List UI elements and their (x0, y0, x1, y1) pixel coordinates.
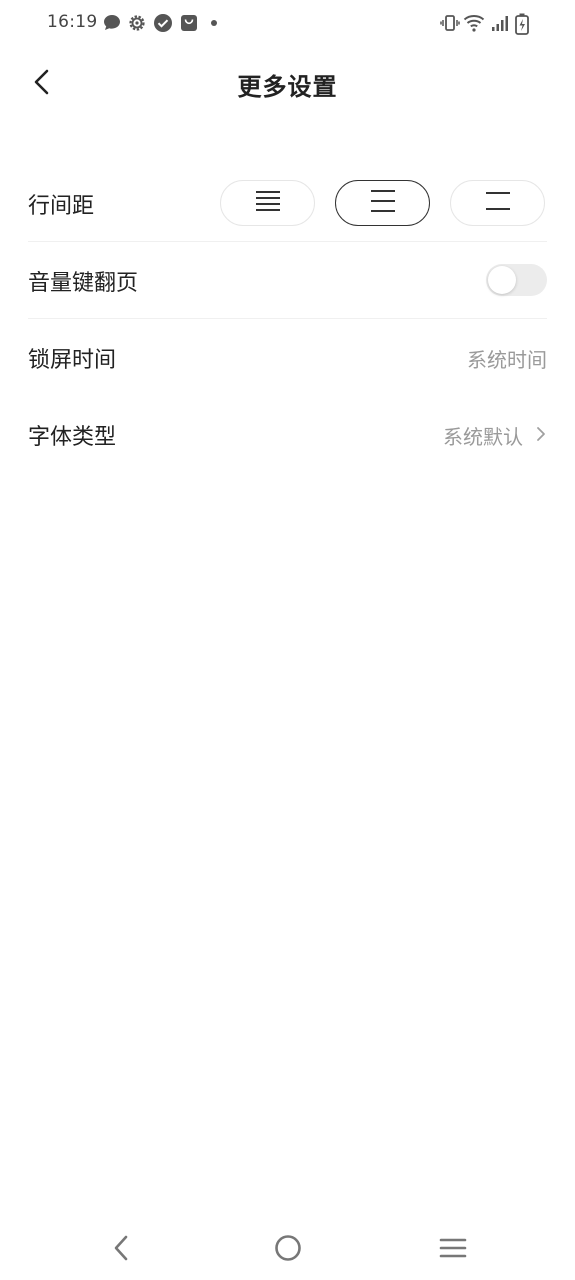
signal-icon (490, 13, 510, 33)
nav-back-button[interactable] (99, 1228, 143, 1272)
vibrate-icon (440, 13, 460, 33)
lock-screen-time-value: 系统时间 (467, 348, 547, 372)
volume-key-paging-label: 音量键翻页 (28, 271, 139, 296)
loose-spacing-icon (485, 189, 511, 217)
lock-screen-time-row[interactable]: 锁屏时间 系统时间 (28, 338, 547, 378)
page-title: 更多设置 (237, 73, 338, 101)
status-time: 16:19 (47, 12, 98, 32)
check-circle-icon (153, 13, 173, 33)
toggle-knob (488, 266, 516, 294)
home-icon (273, 1233, 303, 1267)
bag-icon (179, 13, 199, 33)
line-spacing-medium-option[interactable] (335, 180, 430, 226)
chevron-right-icon (535, 424, 547, 448)
nav-home-button[interactable] (266, 1228, 310, 1272)
app-header: 更多设置 (0, 48, 575, 120)
nav-menu-button[interactable] (431, 1228, 475, 1272)
menu-icon (439, 1236, 467, 1264)
wifi-icon (463, 13, 485, 33)
divider (28, 241, 547, 242)
lock-screen-time-label: 锁屏时间 (28, 348, 117, 373)
volume-key-paging-toggle[interactable] (486, 264, 547, 296)
line-spacing-loose-option[interactable] (450, 180, 545, 226)
compact-spacing-icon (255, 189, 281, 217)
screen: 16:19 更多设置 行间距 音量键翻页 锁屏时间 系统时间 字体类型 系统默认 (0, 0, 575, 1280)
system-nav-bar (0, 1220, 575, 1280)
volume-key-paging-row: 音量键翻页 (28, 262, 547, 298)
medium-spacing-icon (370, 189, 396, 217)
line-spacing-compact-option[interactable] (220, 180, 315, 226)
back-icon (111, 1234, 131, 1266)
divider (28, 318, 547, 319)
font-type-value: 系统默认 (443, 425, 523, 449)
message-icon (102, 13, 122, 33)
dot-icon (210, 19, 218, 27)
battery-charging-icon (514, 13, 530, 35)
line-spacing-label: 行间距 (28, 194, 95, 219)
font-type-label: 字体类型 (28, 425, 117, 450)
gear-icon (127, 13, 147, 33)
line-spacing-row: 行间距 (28, 180, 547, 226)
status-bar: 16:19 (0, 0, 575, 48)
font-type-row[interactable]: 字体类型 系统默认 (28, 415, 547, 455)
